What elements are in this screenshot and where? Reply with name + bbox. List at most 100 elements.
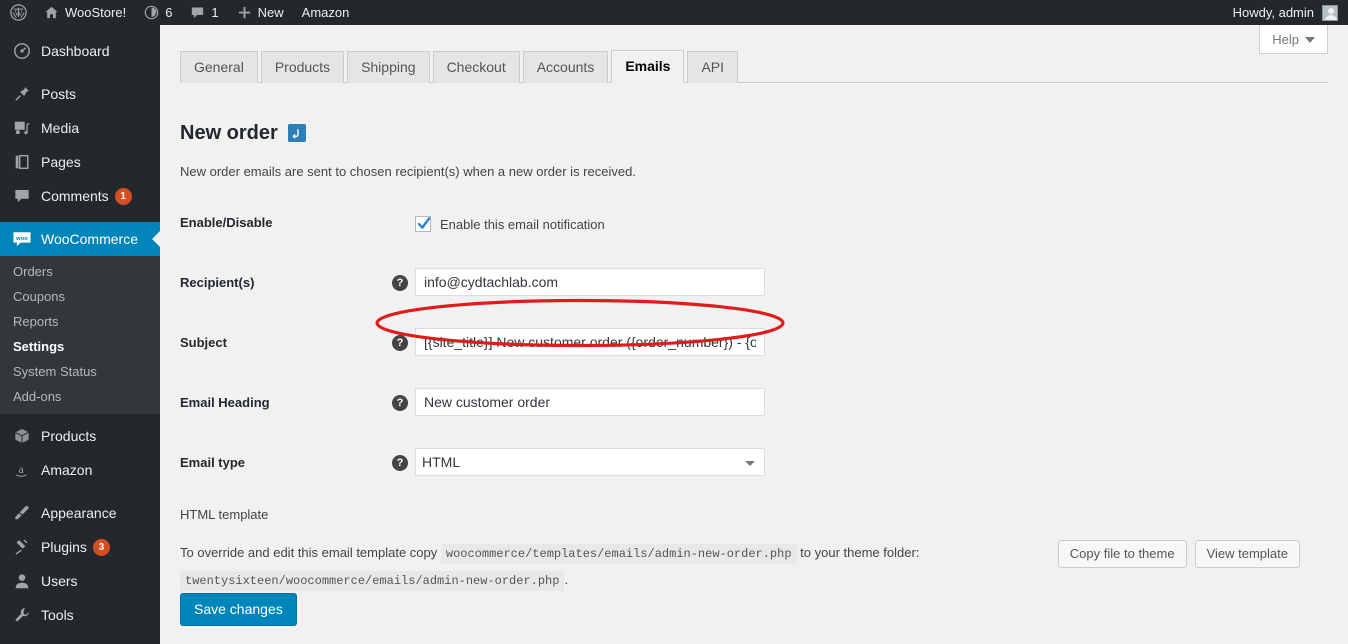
- paintbrush-icon: [12, 503, 32, 523]
- submenu-item-system-status[interactable]: System Status: [0, 359, 160, 384]
- view-template-button[interactable]: View template: [1194, 540, 1300, 568]
- svg-text:W: W: [14, 8, 22, 18]
- comments-count-badge: 1: [114, 187, 132, 205]
- updates-icon: [144, 5, 159, 20]
- tab-shipping[interactable]: Shipping: [347, 51, 430, 83]
- email-type-select[interactable]: Plain textHTMLMultipart: [415, 448, 765, 476]
- comment-icon: [12, 186, 32, 206]
- help-email-type[interactable]: ?: [392, 455, 408, 471]
- amazon-menu[interactable]: Amazon: [293, 0, 359, 25]
- help-recipients[interactable]: ?: [392, 275, 408, 291]
- submenu-item-settings[interactable]: Settings: [0, 334, 160, 359]
- question-mark-icon[interactable]: ?: [392, 395, 408, 411]
- field-row-enable-disable: Enable/Disable Enable this email notific…: [180, 203, 1328, 263]
- copy-file-to-theme-button[interactable]: Copy file to theme: [1057, 540, 1187, 568]
- html-template-text-before: To override and edit this email template…: [180, 545, 438, 560]
- enable-notification-label: Enable this email notification: [440, 216, 605, 232]
- sidebar-item-posts[interactable]: Posts: [0, 77, 160, 111]
- home-icon: [44, 5, 59, 20]
- updates-menu[interactable]: 6: [135, 0, 181, 25]
- sidebar-item-appearance[interactable]: Appearance: [0, 496, 160, 530]
- help-subject[interactable]: ?: [392, 335, 408, 351]
- sidebar-item-amazon[interactable]: a Amazon: [0, 453, 160, 487]
- media-icon: [12, 118, 32, 138]
- save-button-wrap: Save changes: [180, 593, 297, 626]
- subject-input[interactable]: [415, 328, 765, 356]
- plus-icon: [237, 5, 252, 20]
- sidebar-label-tools: Tools: [41, 607, 74, 623]
- svg-text:a: a: [19, 463, 25, 476]
- submenu-item-coupons[interactable]: Coupons: [0, 284, 160, 309]
- admin-sidebar-menu: Dashboard Posts Media Pages Comments 1 w…: [0, 25, 160, 644]
- section-title-row: New order: [180, 121, 306, 145]
- new-content-menu[interactable]: New: [228, 0, 293, 25]
- question-mark-icon[interactable]: ?: [392, 335, 408, 351]
- sidebar-label-media: Media: [41, 120, 80, 136]
- site-name-menu[interactable]: WooStore!: [35, 0, 135, 25]
- page-title: New order: [180, 122, 278, 144]
- label-email-type: Email type: [180, 455, 246, 470]
- tab-emails[interactable]: Emails: [611, 50, 685, 83]
- wrench-icon: [12, 605, 32, 625]
- tab-accounts[interactable]: Accounts: [522, 51, 609, 83]
- label-email-heading: Email Heading: [180, 395, 270, 410]
- sidebar-item-comments[interactable]: Comments 1: [0, 179, 160, 213]
- html-template-description: To override and edit this email template…: [180, 540, 1010, 594]
- field-recipients: [415, 268, 765, 296]
- amazon-icon: a: [12, 460, 32, 480]
- enable-notification-checkbox[interactable]: [415, 216, 431, 232]
- save-changes-button[interactable]: Save changes: [180, 593, 297, 626]
- return-arrow-icon[interactable]: [287, 124, 306, 142]
- sidebar-item-plugins[interactable]: Plugins 3: [0, 530, 160, 564]
- howdy-label: Howdy, admin: [1232, 5, 1314, 20]
- label-recipients: Recipient(s): [180, 275, 255, 290]
- field-subject: [415, 328, 765, 356]
- menu-separator-3: [0, 487, 160, 496]
- sidebar-item-users[interactable]: Users: [0, 564, 160, 598]
- field-email-heading: [415, 388, 765, 416]
- dashboard-icon: [12, 41, 32, 61]
- field-email-type: Plain textHTMLMultipart: [415, 448, 765, 476]
- submenu-item-orders[interactable]: Orders: [0, 259, 160, 284]
- menu-separator-1: [0, 68, 160, 77]
- field-row-recipients: Recipient(s) ?: [180, 263, 1328, 323]
- submenu-item-add-ons[interactable]: Add-ons: [0, 384, 160, 409]
- user-icon: [12, 571, 32, 591]
- menu-separator-top: [0, 25, 160, 34]
- avatar[interactable]: [1322, 4, 1338, 21]
- recipients-input[interactable]: [415, 268, 765, 296]
- email-heading-input[interactable]: [415, 388, 765, 416]
- comment-icon: [190, 5, 205, 20]
- pages-icon: [12, 152, 32, 172]
- sidebar-item-pages[interactable]: Pages: [0, 145, 160, 179]
- my-account-menu[interactable]: Howdy, admin: [1224, 0, 1314, 25]
- enable-notification-toggle[interactable]: Enable this email notification: [415, 208, 605, 232]
- sidebar-item-tools[interactable]: Tools: [0, 598, 160, 632]
- tab-products[interactable]: Products: [260, 51, 345, 83]
- sidebar-label-dashboard: Dashboard: [41, 43, 110, 59]
- sidebar-item-media[interactable]: Media: [0, 111, 160, 145]
- sidebar-label-appearance: Appearance: [41, 505, 117, 521]
- html-template-source-path: woocommerce/templates/emails/admin-new-o…: [440, 544, 797, 564]
- field-row-email-type: Email type ? Plain textHTMLMultipart: [180, 443, 1328, 503]
- main-content-area: Help General Products Shipping Checkout …: [160, 25, 1348, 644]
- sidebar-label-products: Products: [41, 428, 97, 444]
- question-mark-icon[interactable]: ?: [392, 455, 408, 471]
- sidebar-item-dashboard[interactable]: Dashboard: [0, 34, 160, 68]
- question-mark-icon[interactable]: ?: [392, 275, 408, 291]
- wordpress-logo-menu[interactable]: W: [0, 0, 35, 25]
- help-email-heading[interactable]: ?: [392, 395, 408, 411]
- html-template-title: HTML template: [180, 507, 269, 522]
- html-template-target-path: twentysixteen/woocommerce/emails/admin-n…: [180, 571, 565, 591]
- sidebar-item-products[interactable]: Products: [0, 419, 160, 453]
- sidebar-item-woocommerce[interactable]: woo WooCommerce: [0, 222, 160, 256]
- submenu-item-reports[interactable]: Reports: [0, 309, 160, 334]
- plugins-count-badge: 3: [92, 538, 110, 556]
- admin-bar: W WooStore! 6 1 New Amazon Howdy, admin: [0, 0, 1348, 25]
- chevron-down-icon: [1305, 36, 1315, 43]
- tab-api[interactable]: API: [687, 51, 739, 83]
- tab-general[interactable]: General: [180, 51, 258, 83]
- tab-checkout[interactable]: Checkout: [432, 51, 520, 83]
- comments-menu[interactable]: 1: [181, 0, 227, 25]
- sidebar-label-plugins: Plugins: [41, 539, 87, 555]
